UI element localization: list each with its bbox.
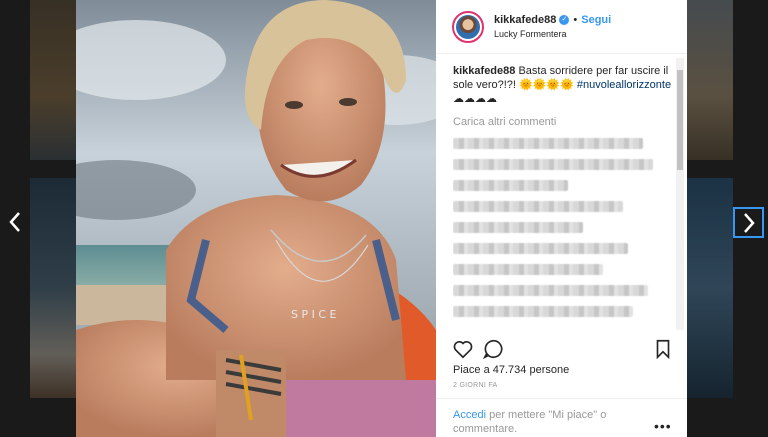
like-button[interactable] bbox=[452, 338, 474, 360]
chevron-left-icon bbox=[9, 212, 20, 232]
blurred-comment bbox=[453, 138, 643, 149]
username-link[interactable]: kikkafede88 bbox=[494, 14, 556, 26]
post-photo[interactable]: S P I C E bbox=[76, 0, 436, 437]
heart-icon bbox=[453, 341, 473, 359]
follow-button[interactable]: Segui bbox=[581, 14, 611, 26]
selfie-image: S P I C E bbox=[76, 0, 436, 437]
comment-icon bbox=[482, 339, 503, 360]
comment-button[interactable] bbox=[482, 338, 504, 360]
comments-list: kikkafede88 Basta sorridere per far usci… bbox=[453, 64, 677, 334]
scrollbar-thumb[interactable] bbox=[677, 70, 683, 170]
divider bbox=[436, 398, 687, 399]
load-more-comments-button[interactable]: Carica altri commenti bbox=[453, 116, 677, 128]
background-thumbnail bbox=[687, 178, 733, 398]
blurred-comment bbox=[453, 159, 653, 170]
verified-badge-icon: ✓ bbox=[559, 15, 570, 25]
chevron-right-icon bbox=[743, 212, 755, 233]
bookmark-icon bbox=[656, 339, 670, 360]
blurred-comment bbox=[453, 264, 603, 275]
action-bar bbox=[452, 338, 672, 360]
blurred-comment bbox=[453, 180, 568, 191]
login-prompt: Accedi per mettere "Mi piace" o commenta… bbox=[453, 408, 643, 436]
background-thumbnail bbox=[30, 0, 76, 160]
blurred-comment bbox=[453, 201, 623, 212]
caption-username[interactable]: kikkafede88 bbox=[453, 65, 515, 77]
previous-post-button[interactable] bbox=[0, 207, 30, 237]
necklace-letters: S P I C E bbox=[291, 308, 337, 321]
separator-dot: • bbox=[573, 14, 578, 26]
blurred-comment bbox=[453, 243, 628, 254]
hashtag-emoji: ☁☁☁☁ bbox=[453, 93, 497, 105]
next-post-button[interactable] bbox=[733, 207, 764, 238]
likes-count[interactable]: Piace a 47.734 persone bbox=[453, 364, 569, 376]
background-thumbnail bbox=[30, 178, 76, 398]
post-caption: kikkafede88 Basta sorridere per far usci… bbox=[453, 64, 677, 106]
blurred-comment bbox=[453, 285, 648, 296]
comments-scrollbar[interactable] bbox=[676, 58, 684, 330]
login-link[interactable]: Accedi bbox=[453, 409, 486, 421]
avatar[interactable] bbox=[452, 10, 484, 43]
likes-suffix: persone bbox=[526, 364, 570, 376]
likes-number: 47.734 bbox=[492, 364, 527, 376]
hashtag-link[interactable]: #nuvoleallorizzonte bbox=[577, 79, 671, 91]
post-header: kikkafede88 ✓ • Segui Lucky Formentera bbox=[436, 0, 687, 54]
post-details-panel: kikkafede88 ✓ • Segui Lucky Formentera k… bbox=[436, 0, 687, 437]
post-timestamp[interactable]: 2 GIORNI FA bbox=[453, 382, 498, 389]
location-link[interactable]: Lucky Formentera bbox=[494, 29, 611, 39]
likes-prefix: Piace a bbox=[453, 364, 493, 376]
blurred-comment bbox=[453, 306, 633, 317]
background-thumbnail bbox=[687, 0, 733, 160]
blurred-comment bbox=[453, 222, 583, 233]
save-button[interactable] bbox=[652, 338, 674, 360]
more-options-button[interactable]: ••• bbox=[654, 418, 672, 434]
